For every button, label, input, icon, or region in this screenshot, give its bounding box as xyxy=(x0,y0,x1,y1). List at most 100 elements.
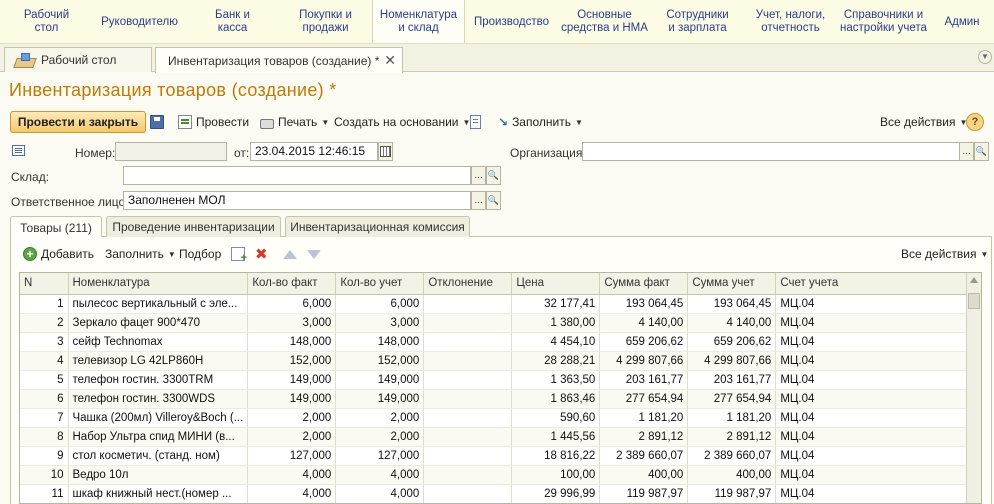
column-header[interactable]: Сумма учет xyxy=(687,273,777,295)
table-cell[interactable]: 2 891,12 xyxy=(599,427,689,447)
table-cell[interactable] xyxy=(423,427,513,447)
organization-open-button[interactable]: 🔍 xyxy=(974,142,989,161)
table-cell[interactable]: 148,000 xyxy=(247,332,337,352)
table-cell[interactable]: 7 xyxy=(20,408,69,428)
table-cell[interactable]: 4 xyxy=(20,351,69,371)
table-cell[interactable]: 11 xyxy=(20,484,69,503)
table-cell[interactable]: 32 177,41 xyxy=(511,294,601,314)
table-cell[interactable]: Чашка (200мл) Villeroy&Boch (... xyxy=(68,408,249,428)
section-item[interactable]: Производство xyxy=(465,0,558,43)
column-header[interactable]: Цена xyxy=(511,273,601,295)
table-cell[interactable]: МЦ.04 xyxy=(775,408,980,428)
table-cell[interactable]: 4,000 xyxy=(335,465,425,485)
table-cell[interactable]: Зеркало фацет 900*470 xyxy=(68,313,249,333)
table-cell[interactable]: 149,000 xyxy=(335,389,425,409)
chevron-down-icon[interactable]: ▼ xyxy=(978,50,992,64)
table-cell[interactable]: 149,000 xyxy=(247,389,337,409)
table-cell[interactable]: МЦ.04 xyxy=(775,389,980,409)
table-cell[interactable]: 4,000 xyxy=(335,484,425,503)
section-item[interactable]: Учет, налоги, отчетность xyxy=(744,0,837,43)
table-cell[interactable]: 8 xyxy=(20,427,69,447)
table-cell[interactable] xyxy=(423,465,513,485)
responsible-select-button[interactable]: ... xyxy=(471,191,486,210)
copy-row-button[interactable] xyxy=(231,245,247,264)
table-cell[interactable]: 152,000 xyxy=(335,351,425,371)
table-cell[interactable] xyxy=(423,313,513,333)
scroll-up-icon[interactable] xyxy=(970,277,978,283)
responsible-field[interactable]: Заполненен МОЛ xyxy=(123,191,471,210)
table-cell[interactable]: 2,000 xyxy=(335,427,425,447)
column-header[interactable]: Сумма факт xyxy=(599,273,689,295)
section-item[interactable]: Покупки и продажи xyxy=(279,0,372,43)
date-field[interactable]: 23.04.2015 12:46:15 xyxy=(250,142,378,161)
organization-field[interactable] xyxy=(582,142,960,161)
table-cell[interactable]: Набор Ультра спид МИНИ (в... xyxy=(68,427,249,447)
create-based-on-button[interactable]: Создать на основании ▼ xyxy=(334,110,470,134)
table-row[interactable]: 10 Ведро 10л 4,000 4,000 100,00 400,00 400,00 М… xyxy=(20,465,980,485)
table-cell[interactable]: 2 389 660,07 xyxy=(687,446,777,466)
table-cell[interactable]: 203 161,77 xyxy=(599,370,689,390)
column-header[interactable]: N xyxy=(20,273,69,295)
section-item[interactable]: Основные средства и НМА xyxy=(558,0,651,43)
table-cell[interactable]: 28 288,21 xyxy=(511,351,601,371)
table-cell[interactable]: 5 xyxy=(20,370,69,390)
table-cell[interactable]: 4,000 xyxy=(247,484,337,503)
window-tab-desktop[interactable]: Рабочий стол xyxy=(4,47,152,72)
table-cell[interactable]: 1 380,00 xyxy=(511,313,601,333)
table-cell[interactable]: 1 863,46 xyxy=(511,389,601,409)
section-item[interactable]: Справочники и настройки учета xyxy=(837,0,930,43)
table-all-actions-button[interactable]: Все действия ▼ xyxy=(901,245,988,263)
move-down-button[interactable] xyxy=(307,245,321,263)
table-row[interactable]: 8 Набор Ультра спид МИНИ (в... 2,000 2,000 1… xyxy=(20,427,980,447)
table-cell[interactable]: 277 654,94 xyxy=(687,389,777,409)
post-button[interactable]: Провести xyxy=(178,110,249,134)
table-cell[interactable]: 2 891,12 xyxy=(687,427,777,447)
save-button[interactable] xyxy=(150,110,168,134)
table-cell[interactable]: 4,000 xyxy=(247,465,337,485)
number-field[interactable] xyxy=(115,142,227,161)
table-row[interactable]: 6 телефон гостин. 3300WDS 149,000 149,000 1 … xyxy=(20,389,980,409)
section-item[interactable]: Номенклатура и склад xyxy=(372,0,465,43)
table-cell[interactable]: 2 xyxy=(20,313,69,333)
table-row[interactable]: 5 телефон гостин. 3300TRM 149,000 149,000 1 … xyxy=(20,370,980,390)
column-header[interactable]: Отклонение xyxy=(423,273,513,295)
table-cell[interactable] xyxy=(423,446,513,466)
column-header[interactable]: Счет учета xyxy=(775,273,980,295)
table-cell[interactable]: 127,000 xyxy=(247,446,337,466)
table-cell[interactable] xyxy=(423,408,513,428)
table-row[interactable]: 11 шкаф книжный нест.(номер ... 4,000 4,000… xyxy=(20,484,980,503)
table-cell[interactable]: 6,000 xyxy=(247,294,337,314)
table-cell[interactable]: 29 996,99 xyxy=(511,484,601,503)
table-cell[interactable]: 149,000 xyxy=(247,370,337,390)
table-cell[interactable]: телефон гостин. 3300WDS xyxy=(68,389,249,409)
table-cell[interactable]: пылесос вертикальный с эле... xyxy=(68,294,249,314)
table-cell[interactable]: 400,00 xyxy=(599,465,689,485)
section-item[interactable]: Руководителю xyxy=(93,0,186,43)
table-cell[interactable]: МЦ.04 xyxy=(775,332,980,352)
table-cell[interactable] xyxy=(423,484,513,503)
table-cell[interactable]: 2,000 xyxy=(335,408,425,428)
section-item[interactable]: Сотрудники и зарплата xyxy=(651,0,744,43)
table-cell[interactable]: МЦ.04 xyxy=(775,446,980,466)
table-cell[interactable] xyxy=(423,370,513,390)
table-fill-button[interactable]: Заполнить ▼ xyxy=(105,245,176,263)
all-actions-button[interactable]: Все действия ▼ xyxy=(880,110,967,134)
table-cell[interactable]: 3 xyxy=(20,332,69,352)
table-cell[interactable]: 193 064,45 xyxy=(599,294,689,314)
move-up-button[interactable] xyxy=(283,245,297,263)
table-cell[interactable]: 1 181,20 xyxy=(599,408,689,428)
table-cell[interactable]: 1 363,50 xyxy=(511,370,601,390)
table-row[interactable]: 3 сейф Technomax 148,000 148,000 4 454,10 659… xyxy=(20,332,980,352)
window-tab-document[interactable]: Инвентаризация товаров (создание) * ✕ xyxy=(155,47,403,73)
table-cell[interactable]: 1 445,56 xyxy=(511,427,601,447)
organization-select-button[interactable]: ... xyxy=(959,142,974,161)
table-row[interactable]: 1 пылесос вертикальный с эле... 6,000 6,000… xyxy=(20,294,980,314)
table-cell[interactable]: шкаф книжный нест.(номер ... xyxy=(68,484,249,503)
table-row[interactable]: 7 Чашка (200мл) Villeroy&Boch (... 2,000 2,… xyxy=(20,408,980,428)
table-cell[interactable]: Ведро 10л xyxy=(68,465,249,485)
table-cell[interactable]: телефон гостин. 3300TRM xyxy=(68,370,249,390)
table-cell[interactable]: 1 xyxy=(20,294,69,314)
calendar-button[interactable] xyxy=(378,142,393,161)
table-cell[interactable]: 2,000 xyxy=(247,408,337,428)
table-cell[interactable]: 119 987,97 xyxy=(599,484,689,503)
